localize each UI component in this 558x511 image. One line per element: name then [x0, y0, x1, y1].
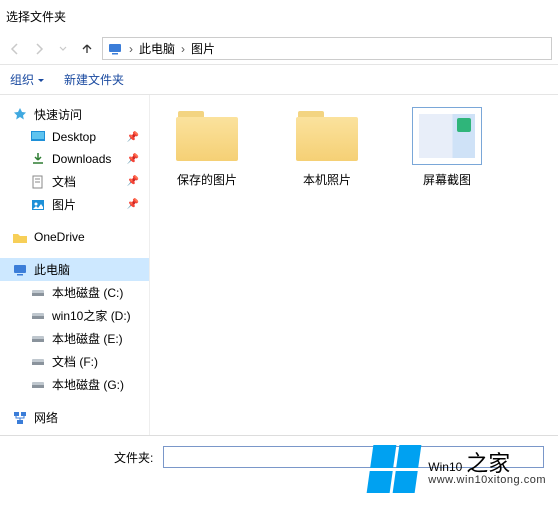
sidebar-onedrive[interactable]: OneDrive [0, 226, 149, 248]
document-icon [30, 174, 46, 190]
folder-thumbnail [412, 107, 482, 165]
folder-label: 保存的图片 [177, 171, 237, 188]
drive-icon [30, 308, 46, 324]
folder-camera-roll[interactable]: 本机照片 [282, 107, 372, 188]
pc-icon [107, 41, 123, 57]
pin-icon: 📌 [127, 199, 139, 210]
folder-label: 屏幕截图 [423, 171, 471, 188]
pin-icon: 📌 [127, 132, 139, 143]
sidebar-drive-g[interactable]: 本地磁盘 (G:) [0, 373, 149, 396]
breadcrumb-current[interactable]: 图片 [191, 40, 215, 57]
breadcrumb-root[interactable]: 此电脑 [139, 40, 175, 57]
new-folder-button[interactable]: 新建文件夹 [64, 71, 124, 88]
folder-name-label: 文件夹: [114, 449, 153, 466]
drive-icon [30, 331, 46, 347]
drive-icon [30, 377, 46, 393]
chevron-right-icon: › [129, 42, 133, 56]
nav-bar: › 此电脑 › 图片 [0, 33, 558, 65]
sidebar: 快速访问 Desktop📌 Downloads📌 文档📌 图片📌 OneDriv… [0, 95, 150, 435]
download-icon [30, 151, 46, 167]
watermark: Win10之家 www.win10xitong.com [370, 445, 546, 493]
sidebar-desktop[interactable]: Desktop📌 [0, 126, 149, 148]
sidebar-quick-access[interactable]: 快速访问 [0, 103, 149, 126]
sidebar-pictures[interactable]: 图片📌 [0, 193, 149, 216]
back-button[interactable] [6, 40, 24, 58]
sidebar-downloads[interactable]: Downloads📌 [0, 148, 149, 170]
desktop-icon [30, 129, 46, 145]
drive-icon [30, 354, 46, 370]
pin-icon: 📌 [127, 176, 139, 187]
star-icon [12, 107, 28, 123]
sidebar-drive-f[interactable]: 文档 (F:) [0, 350, 149, 373]
toolbar: 组织 新建文件夹 [0, 65, 558, 95]
chevron-right-icon: › [181, 42, 185, 56]
sidebar-drive-d[interactable]: win10之家 (D:) [0, 304, 149, 327]
folder-icon [12, 229, 28, 245]
network-icon [12, 410, 28, 426]
sidebar-network[interactable]: 网络 [0, 406, 149, 429]
organize-menu[interactable]: 组织 [10, 71, 46, 88]
sidebar-drive-c[interactable]: 本地磁盘 (C:) [0, 281, 149, 304]
folder-screenshots[interactable]: 屏幕截图 [402, 107, 492, 188]
sidebar-this-pc[interactable]: 此电脑 [0, 258, 149, 281]
recent-dropdown[interactable] [54, 40, 72, 58]
content-area[interactable]: 保存的图片 本机照片 屏幕截图 [150, 95, 558, 435]
sidebar-documents[interactable]: 文档📌 [0, 170, 149, 193]
window-title: 选择文件夹 [0, 0, 558, 33]
folder-icon [172, 107, 242, 165]
pictures-icon [30, 197, 46, 213]
drive-icon [30, 285, 46, 301]
up-button[interactable] [78, 40, 96, 58]
windows-logo-icon [367, 445, 422, 493]
address-bar[interactable]: › 此电脑 › 图片 [102, 37, 552, 60]
pc-icon [12, 262, 28, 278]
forward-button[interactable] [30, 40, 48, 58]
folder-label: 本机照片 [303, 171, 351, 188]
pin-icon: 📌 [127, 154, 139, 165]
folder-saved-pictures[interactable]: 保存的图片 [162, 107, 252, 188]
sidebar-drive-e[interactable]: 本地磁盘 (E:) [0, 327, 149, 350]
folder-icon [292, 107, 362, 165]
